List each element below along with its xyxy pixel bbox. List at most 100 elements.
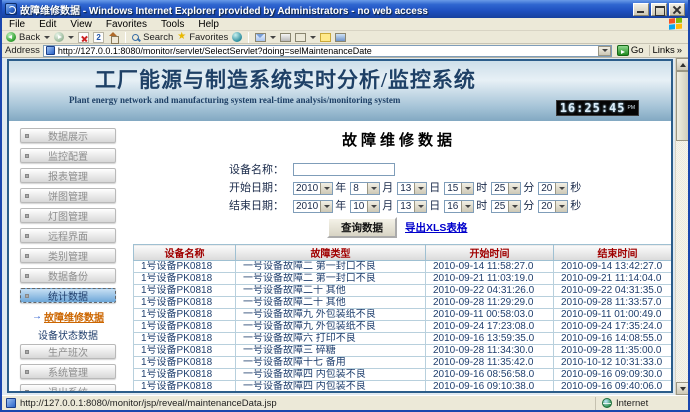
messenger-button[interactable] [335,33,346,42]
end-second-select[interactable]: 20 [538,200,568,213]
sidebar-item-pie-chart-management[interactable]: 饼图管理 [20,188,116,203]
sidebar-item-statistics-data[interactable]: 统计数据 [20,288,116,303]
address-url[interactable]: http://127.0.0.1:8080/monitor/servlet/Se… [58,46,598,56]
sidebar-item-production-shift[interactable]: 生产班次 [20,344,116,359]
links-label: Links [653,45,675,56]
back-button[interactable]: Back [6,32,50,43]
query-data-button[interactable]: 查询数据 [327,217,397,238]
sidebar-item-system-management[interactable]: 系统管理 [20,364,116,379]
mail-button[interactable] [255,33,276,42]
sidebar-item-light-chart-management[interactable]: 灯图管理 [20,208,116,223]
chevron-down-icon[interactable] [461,183,473,194]
address-dropdown-button[interactable] [598,46,611,56]
menu-item-favorites[interactable]: Favorites [99,19,154,30]
window-controls [633,3,685,16]
start-second-select[interactable]: 20 [538,182,568,195]
go-button[interactable]: Go [615,45,646,56]
bullet-icon [25,214,29,218]
table-cell: 2010-09-28 11:33:57.0 [554,297,672,309]
history-button[interactable] [232,32,242,42]
internet-globe-icon [602,398,612,408]
chevron-down-icon[interactable] [508,183,520,194]
toolbar-separator [248,32,249,43]
sidebar-item-category-management[interactable]: 类别管理 [20,248,116,263]
sidebar-item-data-backup[interactable]: 数据备份 [20,268,116,283]
page-content: 工厂能源与制造系统实时分析/监控系统 Plant energy network … [7,59,673,393]
chevron-down-icon[interactable] [555,183,567,194]
title-bar[interactable]: 故障维修数据 - Windows Internet Explorer provi… [2,0,688,18]
forward-dropdown-icon[interactable] [68,36,74,39]
back-dropdown-icon[interactable] [44,36,50,39]
scroll-up-button[interactable] [676,58,688,71]
chevron-down-icon[interactable] [414,183,426,194]
sidebar: 数据展示监控配置报表管理饼图管理灯图管理远程界面类别管理数据备份统计数据 →故障… [9,121,127,391]
menu-bar: FileEditViewFavoritesToolsHelp [2,18,688,31]
scrollbar-thumb[interactable] [676,71,688,141]
export-xls-link[interactable]: 导出XLS表格 [405,220,467,235]
restore-button[interactable] [651,3,667,16]
date-unit-label: 月 [382,182,393,194]
forward-button[interactable] [54,32,74,42]
links-button[interactable]: Links » [649,45,685,56]
menu-item-view[interactable]: View [63,19,99,30]
discuss-button[interactable] [320,33,331,42]
menu-item-help[interactable]: Help [191,19,226,30]
edit-button[interactable] [295,33,316,42]
end-day-select[interactable]: 13 [397,200,427,213]
chevron-down-icon[interactable] [320,201,332,212]
sidebar-item-remote-interface[interactable]: 远程界面 [20,228,116,243]
table-cell: 2010-09-24 17:23:08.0 [426,321,554,333]
end-minute-select[interactable]: 25 [491,200,521,213]
end-month-select[interactable]: 10 [350,200,380,213]
sidebar-item-report-management[interactable]: 报表管理 [20,168,116,183]
edit-icon [295,33,306,42]
end-year-select[interactable]: 2010 [293,200,333,213]
favorites-button[interactable]: ★ Favorites [177,32,228,43]
forward-icon [54,32,64,42]
search-button[interactable]: Search [132,32,173,43]
sidebar-subitem-device-status-data[interactable]: 设备状态数据 [9,326,127,342]
print-button[interactable] [280,33,291,42]
chevron-down-icon[interactable] [555,201,567,212]
menu-item-tools[interactable]: Tools [154,19,191,30]
browser-viewport: 工厂能源与制造系统实时分析/监控系统 Plant energy network … [2,58,688,395]
address-field[interactable]: http://127.0.0.1:8080/monitor/servlet/Se… [43,45,612,57]
select-value: 20 [539,201,555,212]
chevron-down-icon[interactable] [320,183,332,194]
start-hour-select[interactable]: 15 [444,182,474,195]
browser-window: 故障维修数据 - Windows Internet Explorer provi… [0,0,690,412]
chevron-down-icon[interactable] [367,201,379,212]
table-header-cell: 设备名称 [134,245,236,261]
minimize-button[interactable] [633,3,649,16]
chevron-down-icon[interactable] [508,201,520,212]
chevron-down-icon[interactable] [367,183,379,194]
stop-button[interactable] [78,32,89,43]
chevron-down-icon[interactable] [461,201,473,212]
digital-clock: 16:25:45 PM [556,100,639,116]
table-header-cell: 故障类型 [236,245,426,261]
sidebar-item-exit-system[interactable]: 退出系统 [20,384,116,391]
search-icon [132,34,139,41]
sidebar-subitem-fault-maintenance-data[interactable]: →故障维修数据 [9,308,127,324]
bullet-icon [25,370,29,374]
sidebar-item-monitor-config[interactable]: 监控配置 [20,148,116,163]
close-button[interactable] [669,3,685,16]
end-hour-select[interactable]: 16 [444,200,474,213]
table-row: 1号设备PK0818一号设备故障九 外包装纸不良2010-09-11 00:58… [134,309,672,321]
start-month-select[interactable]: 8 [350,182,380,195]
refresh-button[interactable]: 2 [93,32,104,43]
menu-item-file[interactable]: File [2,19,32,30]
mail-dropdown-icon[interactable] [270,36,276,39]
edit-dropdown-icon[interactable] [310,36,316,39]
menu-item-edit[interactable]: Edit [32,19,63,30]
vertical-scrollbar[interactable] [675,58,688,395]
scroll-down-button[interactable] [676,382,688,395]
start-year-select[interactable]: 2010 [293,182,333,195]
device-name-input[interactable] [293,163,395,176]
home-button[interactable] [108,32,119,43]
sidebar-item-data-display[interactable]: 数据展示 [20,128,116,143]
chevron-down-icon[interactable] [414,201,426,212]
start-day-select[interactable]: 13 [397,182,427,195]
table-header-cell: 开始时间 [426,245,554,261]
start-minute-select[interactable]: 25 [491,182,521,195]
